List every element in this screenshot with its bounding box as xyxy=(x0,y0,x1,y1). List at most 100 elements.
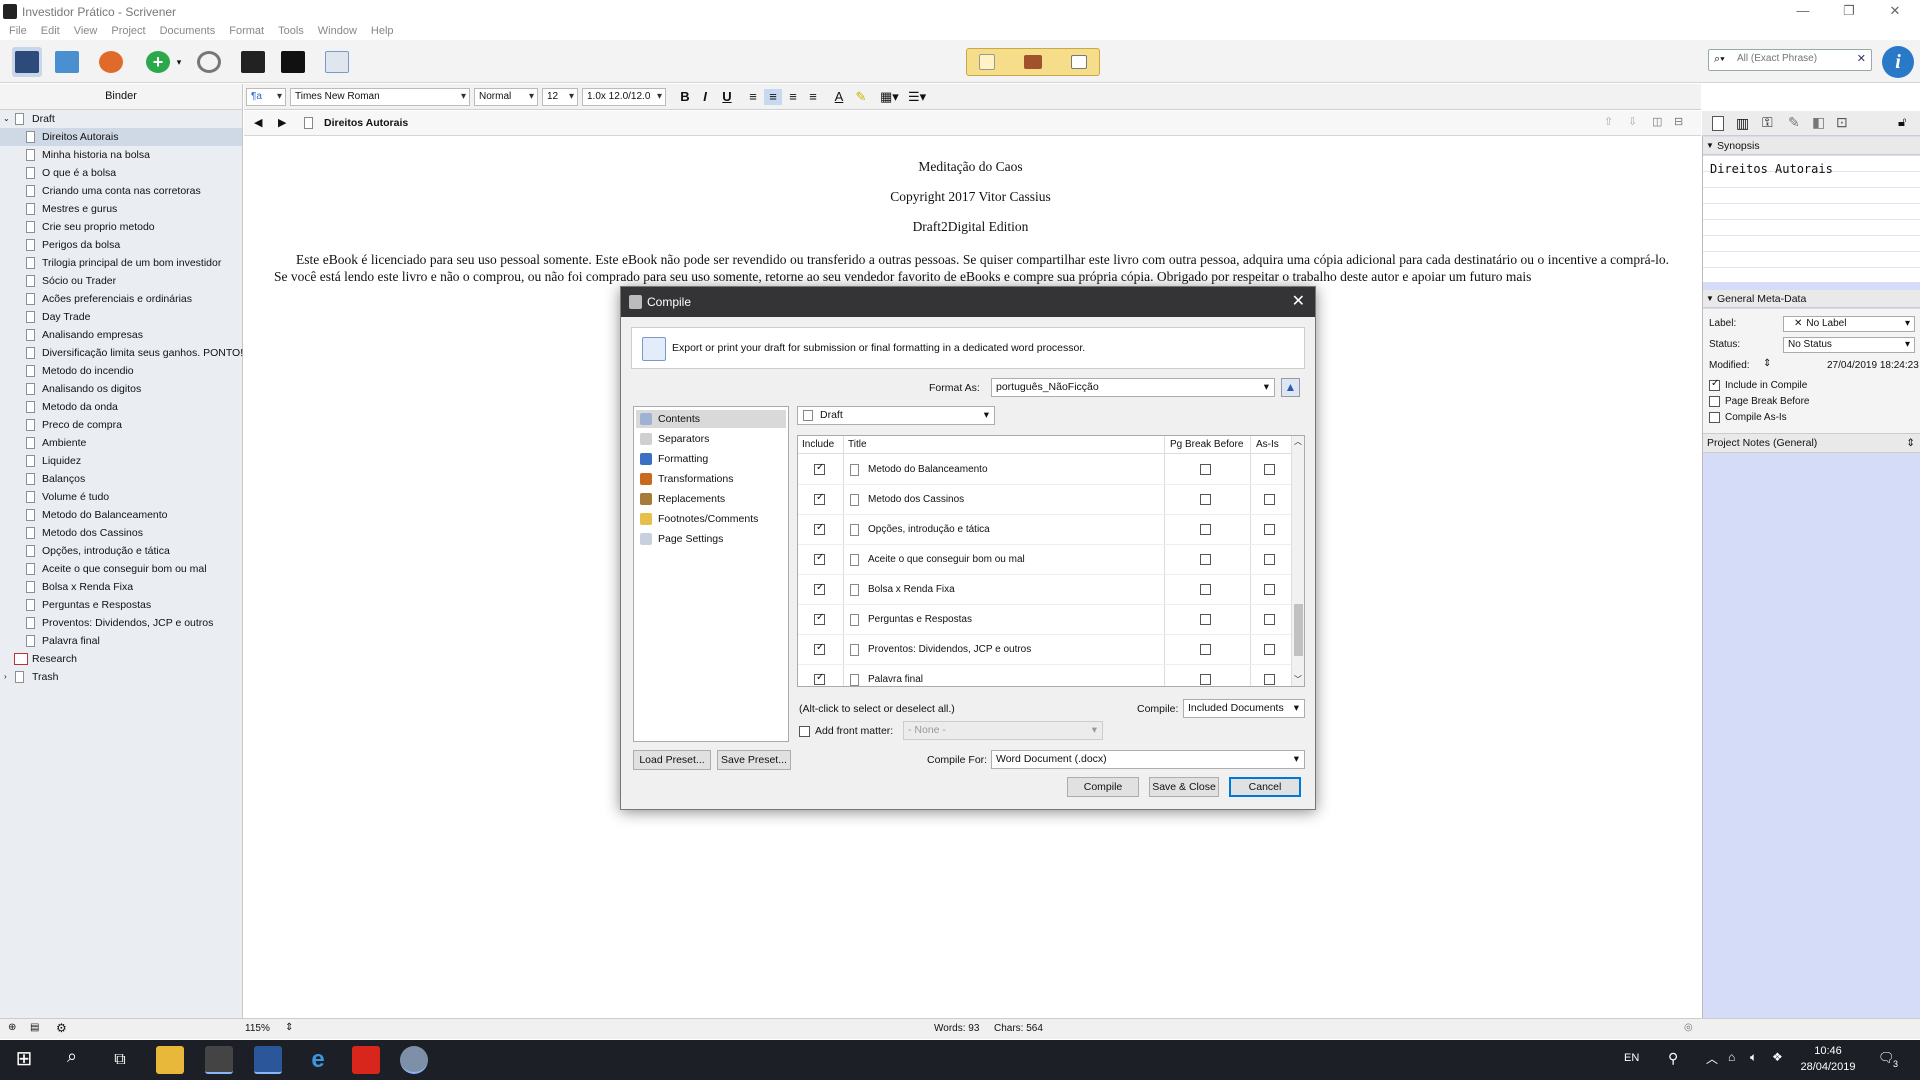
keywords-button[interactable] xyxy=(238,47,268,77)
title-column-header[interactable]: Title xyxy=(848,436,867,454)
binder-item[interactable]: Diversificação limita seus ganhos. PONTO… xyxy=(0,344,243,362)
scroll-up-icon[interactable]: ︿ xyxy=(1294,436,1302,447)
include-column-header[interactable]: Include xyxy=(802,436,834,454)
as-is-checkbox[interactable] xyxy=(1264,464,1275,475)
keywords-tab-icon[interactable]: ⚿ xyxy=(1762,114,1773,131)
collections-button[interactable] xyxy=(52,47,82,77)
binder-item[interactable]: Proventos: Dividendos, JCP e outros xyxy=(0,614,242,632)
editor-document-title[interactable]: Direitos Autorais xyxy=(324,117,408,129)
binder-item[interactable]: Trilogia principal de um bom investidor xyxy=(0,254,242,272)
add-dropdown-arrow[interactable]: ▾ xyxy=(172,47,186,77)
binder-item[interactable]: Metodo dos Cassinos xyxy=(0,524,242,542)
pg-break-checkbox[interactable] xyxy=(1200,614,1211,625)
close-window-button[interactable]: ✕ xyxy=(1872,0,1918,22)
include-checkbox[interactable] xyxy=(814,552,825,565)
search-taskbar-icon[interactable]: ⌕ xyxy=(58,1046,86,1074)
minimize-button[interactable]: — xyxy=(1780,0,1826,22)
include-checkbox[interactable] xyxy=(814,672,825,685)
include-checkbox[interactable] xyxy=(814,492,825,505)
binder-item[interactable]: Opções, introdução e tática xyxy=(0,542,242,560)
menu-format[interactable]: Format xyxy=(229,22,264,40)
binder-item[interactable]: Volume é tudo xyxy=(0,488,242,506)
binder-item[interactable]: Balanços xyxy=(0,470,242,488)
binder-item[interactable]: Perguntas e Respostas xyxy=(0,596,242,614)
binder-item[interactable]: Mestres e gurus xyxy=(0,200,242,218)
collapse-options-button[interactable]: ▲ xyxy=(1281,378,1300,397)
binder-toggle-button[interactable] xyxy=(12,47,42,77)
zoom-level[interactable]: 115% xyxy=(245,1023,270,1034)
binder-item[interactable]: Minha historia na bolsa xyxy=(0,146,242,164)
font-family-combo[interactable]: Times New Roman xyxy=(290,88,470,106)
lock-icon[interactable]: 🔓︎ xyxy=(1898,114,1906,130)
sync-button[interactable] xyxy=(96,47,126,77)
binder-item[interactable]: Criando uma conta nas corretoras xyxy=(0,182,242,200)
folder-select-combo[interactable]: Draft xyxy=(797,406,995,425)
add-doc-icon[interactable]: ⊕ xyxy=(8,1022,16,1033)
binder-item[interactable]: Ambiente xyxy=(0,434,242,452)
menu-tools[interactable]: Tools xyxy=(278,22,304,40)
include-checkbox[interactable] xyxy=(814,582,825,595)
as-is-checkbox[interactable] xyxy=(1264,584,1275,595)
binder-item[interactable]: Direitos Autorais xyxy=(0,128,242,146)
binder-item[interactable]: Liquidez xyxy=(0,452,242,470)
menu-help[interactable]: Help xyxy=(371,22,394,40)
binder-item[interactable]: Palavra final xyxy=(0,632,242,650)
page-break-checkbox-row[interactable]: Page Break Before xyxy=(1709,396,1810,407)
compile-button[interactable] xyxy=(322,47,352,77)
include-compile-checkbox-row[interactable]: Include in Compile xyxy=(1709,378,1807,391)
file-explorer-icon[interactable] xyxy=(156,1046,184,1074)
chevron-right-icon[interactable]: › xyxy=(4,668,7,686)
menu-project[interactable]: Project xyxy=(111,22,145,40)
scrivenings-mode-button[interactable] xyxy=(972,50,1002,74)
language-indicator[interactable]: EN xyxy=(1624,1052,1639,1064)
dropbox-icon[interactable]: ❖ xyxy=(1772,1050,1783,1064)
zoom-stepper-icon[interactable]: ⇕ xyxy=(285,1022,293,1033)
add-document-button[interactable]: + xyxy=(143,47,173,77)
pg-break-checkbox[interactable] xyxy=(1200,644,1211,655)
include-checkbox[interactable] xyxy=(814,612,825,625)
as-is-column-header[interactable]: As-Is xyxy=(1256,436,1279,454)
align-left-button[interactable]: ≡ xyxy=(744,89,762,105)
edge-taskbar-icon[interactable]: e xyxy=(304,1046,332,1074)
settings-gear-icon[interactable]: ⚙ xyxy=(56,1021,67,1035)
align-right-button[interactable]: ≡ xyxy=(804,89,822,105)
binder-item[interactable]: O que é a bolsa xyxy=(0,164,242,182)
pg-break-checkbox[interactable] xyxy=(1200,494,1211,505)
cancel-button[interactable]: Cancel xyxy=(1229,777,1301,797)
binder-item[interactable]: Metodo do incendio xyxy=(0,362,242,380)
binder-item[interactable]: Acões preferenciais e ordinárias xyxy=(0,290,242,308)
compile-as-is-checkbox-row[interactable]: Compile As-Is xyxy=(1709,412,1787,423)
pdf-taskbar-icon[interactable] xyxy=(352,1046,380,1074)
down-arrow-icon[interactable]: ⇩ xyxy=(1628,115,1637,128)
scrivener-taskbar-icon[interactable] xyxy=(205,1046,233,1074)
bold-button[interactable]: B xyxy=(676,89,694,105)
format-as-combo[interactable]: português_NãoFicção xyxy=(991,378,1275,397)
inspector-toggle-button[interactable]: i xyxy=(1882,46,1914,78)
volume-icon[interactable]: 🔈︎ xyxy=(1750,1050,1757,1065)
back-arrow-icon[interactable]: ◀ xyxy=(254,116,262,129)
binder-item[interactable]: Crie seu proprio metodo xyxy=(0,218,242,236)
as-is-checkbox[interactable] xyxy=(1264,674,1275,685)
references-tab-icon[interactable]: ✎ xyxy=(1788,114,1800,131)
include-checkbox[interactable] xyxy=(814,462,825,475)
compile-option-transformations[interactable]: Transformations xyxy=(636,470,786,488)
as-is-checkbox[interactable] xyxy=(1264,494,1275,505)
font-size-combo[interactable]: 12 xyxy=(542,88,578,106)
save-close-button[interactable]: Save & Close xyxy=(1149,777,1219,797)
comments-tab-icon[interactable]: ⊡ xyxy=(1836,114,1848,131)
binder-item[interactable]: Perigos da bolsa xyxy=(0,236,242,254)
as-is-checkbox[interactable] xyxy=(1264,644,1275,655)
split-vertical-icon[interactable]: ◫ xyxy=(1652,115,1662,128)
scrollbar-thumb[interactable] xyxy=(1294,604,1303,656)
pg-break-checkbox[interactable] xyxy=(1200,524,1211,535)
modified-toggle-icon[interactable]: ⇕ xyxy=(1763,358,1771,369)
outliner-mode-button[interactable] xyxy=(1064,50,1094,74)
task-view-icon[interactable]: ⧉ xyxy=(106,1046,134,1074)
binder-trash-folder[interactable]: › Trash xyxy=(0,668,242,686)
binder-item[interactable]: Metodo da onda xyxy=(0,398,242,416)
binder-research-folder[interactable]: Research xyxy=(0,650,242,668)
menu-documents[interactable]: Documents xyxy=(160,22,216,40)
paragraph-style-combo[interactable]: ¶a xyxy=(246,88,286,106)
close-dialog-button[interactable]: ✕ xyxy=(1292,287,1305,317)
app-taskbar-icon[interactable] xyxy=(400,1046,428,1074)
